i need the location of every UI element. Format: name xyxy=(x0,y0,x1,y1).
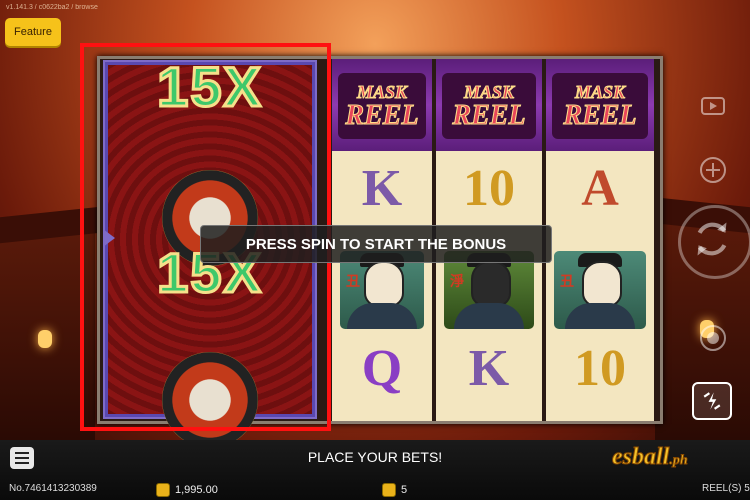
symbol-k: K xyxy=(361,160,403,217)
stop-icon xyxy=(700,325,726,351)
reel-count: REEL(S) 5 xyxy=(702,483,750,494)
feature-button[interactable]: Feature xyxy=(5,18,61,46)
reel-4: MASK REEL A 丑 10 xyxy=(546,59,654,421)
replay-icon xyxy=(701,97,725,115)
mask-reel-symbol: MASK REEL xyxy=(436,59,542,151)
stop-button[interactable] xyxy=(693,318,733,358)
esball-logo: esball.ph xyxy=(611,444,688,471)
symbol-q: Q xyxy=(361,340,403,397)
lantern-decoration xyxy=(38,330,52,348)
mask-reel-text: REEL xyxy=(452,100,526,131)
mask-reel-symbol: MASK REEL xyxy=(546,59,654,151)
spin-icon xyxy=(697,222,727,256)
bet-display[interactable]: 5 xyxy=(382,483,407,497)
autoplay-button[interactable] xyxy=(693,150,733,190)
menu-button[interactable] xyxy=(10,447,34,469)
mask-reel-text: REEL xyxy=(345,100,419,131)
balance-value: 1,995.00 xyxy=(175,484,218,496)
character-glyph: 丑 xyxy=(346,273,360,289)
symbol-10: 10 xyxy=(574,340,626,397)
opera-character-symbol: 丑 xyxy=(554,251,646,329)
spin-button[interactable] xyxy=(678,205,750,279)
symbol-k: K xyxy=(468,340,510,397)
character-glyph: 淨 xyxy=(450,273,464,289)
round-number: No.7461413230389 xyxy=(9,483,97,494)
mask-reel-text: MASK xyxy=(356,82,408,103)
symbol-10: 10 xyxy=(463,160,515,217)
coin-icon xyxy=(156,483,170,497)
mask-reel-symbol: MASK REEL xyxy=(332,59,432,151)
status-message: PLACE YOUR BETS! xyxy=(307,449,443,465)
symbol-a: A xyxy=(581,160,619,217)
turbo-button[interactable] xyxy=(692,382,732,420)
mask-reel-text: MASK xyxy=(574,82,626,103)
coin-icon xyxy=(382,483,396,497)
balance-display: 1,995.00 xyxy=(156,483,218,497)
autoplay-icon xyxy=(700,157,726,183)
mask-reel-text: MASK xyxy=(463,82,515,103)
bet-value: 5 xyxy=(401,484,408,496)
mask-reel-text: REEL xyxy=(563,100,637,131)
character-glyph: 丑 xyxy=(560,273,574,289)
bonus-message: PRESS SPIN TO START THE BONUS xyxy=(200,225,552,263)
menu-icon xyxy=(15,452,29,464)
version-text: v1.141.3 / c0622ba2 / browse xyxy=(6,4,98,11)
replay-button[interactable] xyxy=(693,86,733,126)
turbo-icon xyxy=(703,392,721,410)
